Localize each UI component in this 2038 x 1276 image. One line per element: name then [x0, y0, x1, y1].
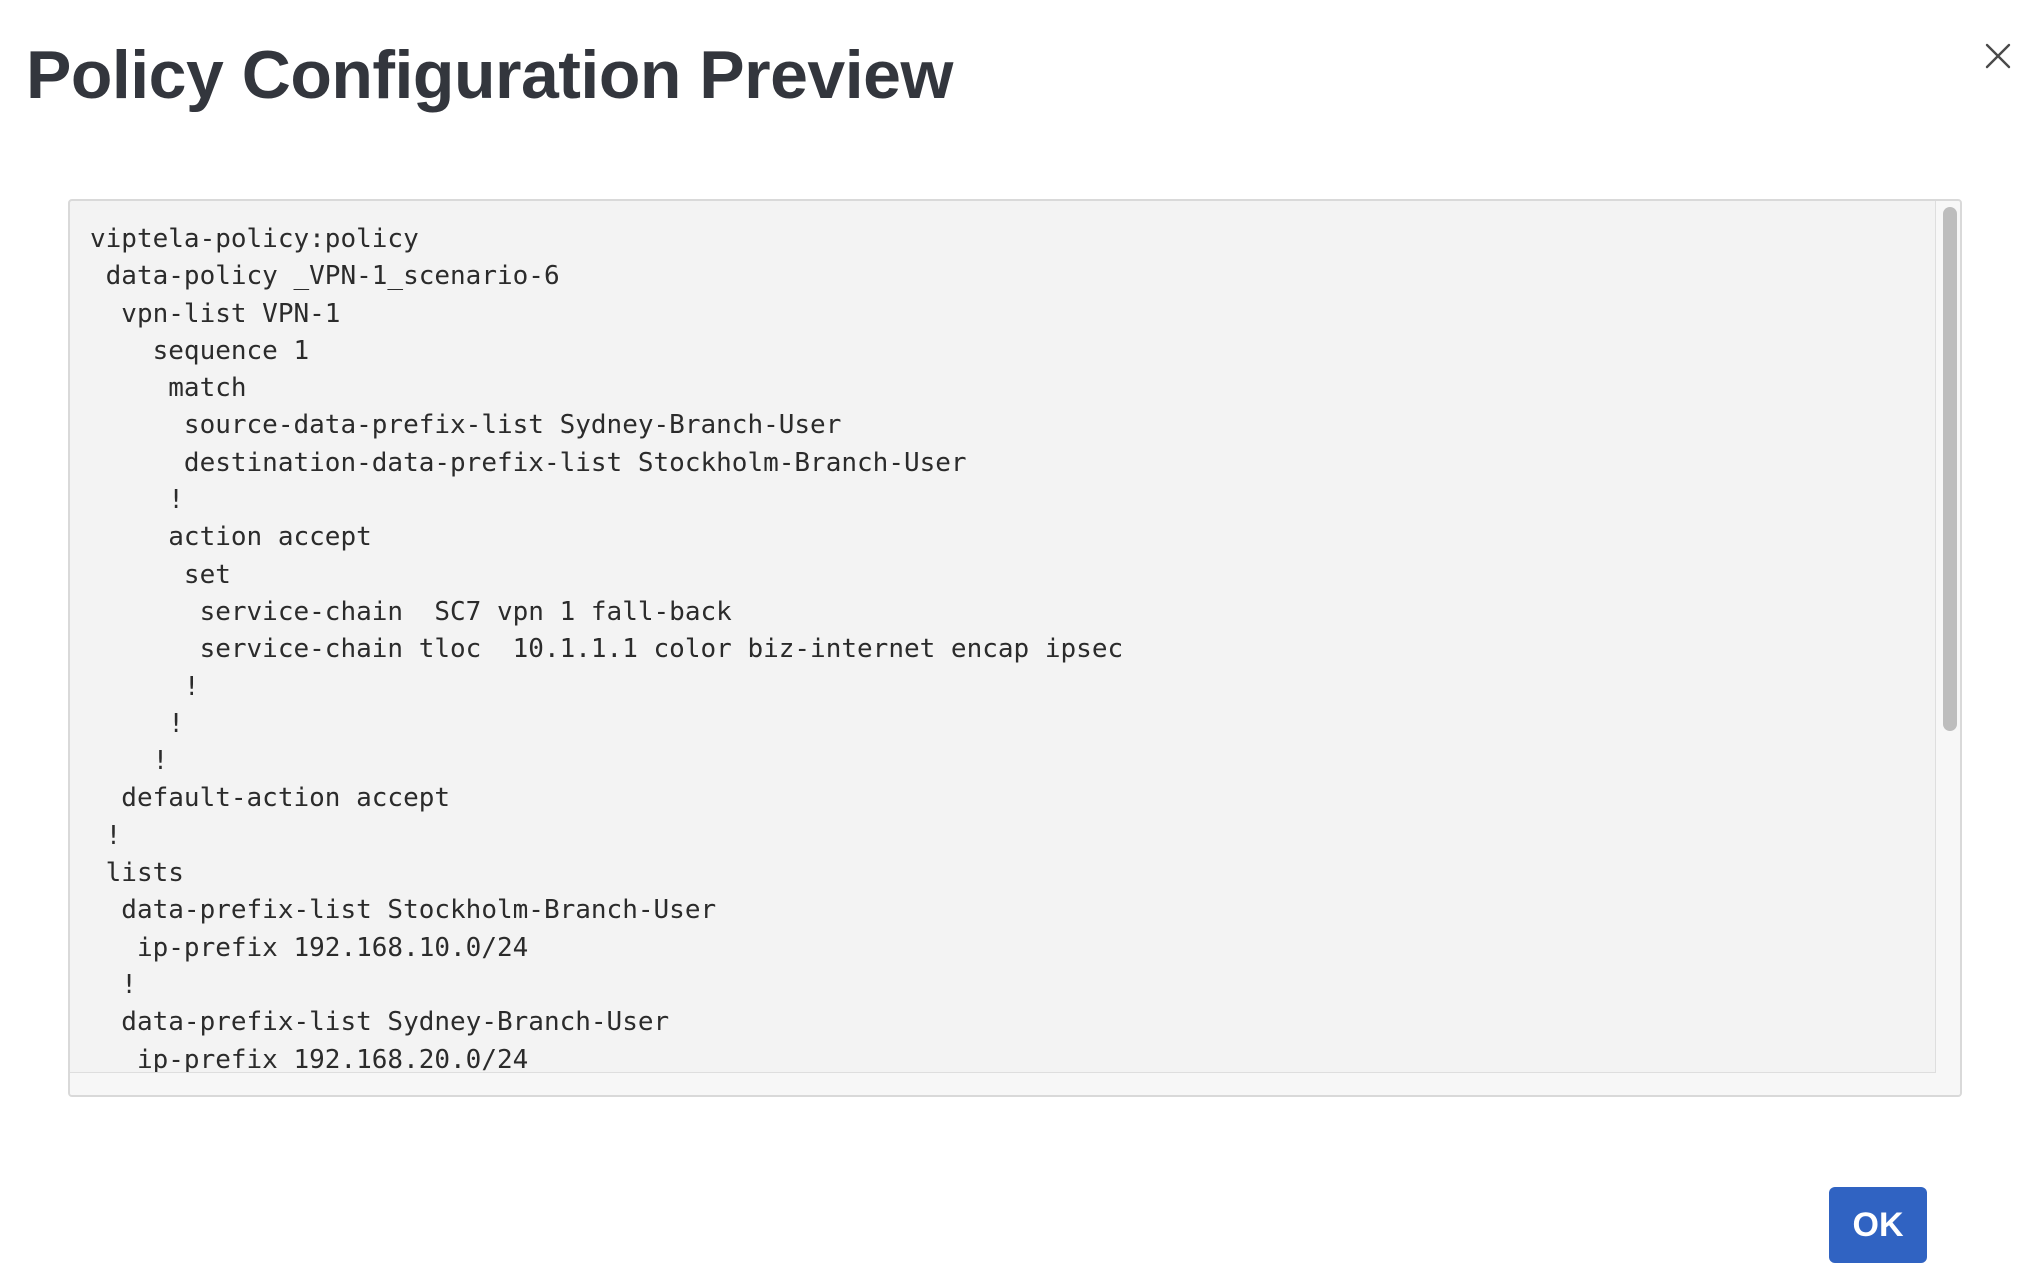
- config-code-view[interactable]: viptela-policy:policy data-policy _VPN-1…: [70, 201, 1936, 1073]
- code-line: ip-prefix 192.168.20.0/24: [90, 1044, 529, 1073]
- code-line: ip-prefix 192.168.10.0/24: [90, 932, 529, 963]
- code-line: data-policy _VPN-1_scenario-6: [90, 261, 560, 292]
- horizontal-scrollbar[interactable]: [70, 1073, 1936, 1095]
- code-line: data-prefix-list Stockholm-Branch-User: [90, 895, 717, 926]
- code-line: destination-data-prefix-list Stockholm-B…: [90, 447, 967, 478]
- vertical-scrollbar[interactable]: [1936, 201, 1960, 1095]
- code-line: !: [90, 746, 169, 777]
- close-icon: [1985, 43, 2011, 69]
- code-line: viptela-policy:policy: [90, 224, 419, 254]
- code-line: !: [90, 708, 184, 739]
- code-line: sequence 1: [90, 335, 310, 366]
- code-line: source-data-prefix-list Sydney-Branch-Us…: [90, 410, 842, 441]
- code-line: set: [90, 559, 231, 590]
- modal-title: Policy Configuration Preview: [26, 37, 953, 113]
- code-line: lists: [90, 858, 184, 889]
- code-line: action accept: [90, 522, 372, 553]
- config-code-text: viptela-policy:policy data-policy _VPN-1…: [70, 201, 1935, 1073]
- code-line: !: [90, 820, 122, 851]
- code-line: vpn-list VPN-1: [90, 298, 341, 329]
- code-line: match: [90, 373, 247, 404]
- code-line: service-chain tloc 10.1.1.1 color biz-in…: [90, 634, 1124, 665]
- config-preview-panel[interactable]: viptela-policy:policy data-policy _VPN-1…: [68, 199, 1962, 1097]
- code-line: !: [90, 485, 184, 516]
- code-line: data-prefix-list Sydney-Branch-User: [90, 1007, 670, 1038]
- code-line: !: [90, 671, 200, 702]
- policy-preview-modal: Policy Configuration Preview viptela-pol…: [0, 0, 2038, 1276]
- code-line: default-action accept: [90, 783, 451, 814]
- scrollbar-thumb[interactable]: [1943, 207, 1957, 731]
- close-button[interactable]: [1978, 36, 2018, 76]
- ok-button[interactable]: OK: [1829, 1187, 1927, 1263]
- code-line: service-chain SC7 vpn 1 fall-back: [90, 596, 732, 627]
- code-line: !: [90, 969, 137, 1000]
